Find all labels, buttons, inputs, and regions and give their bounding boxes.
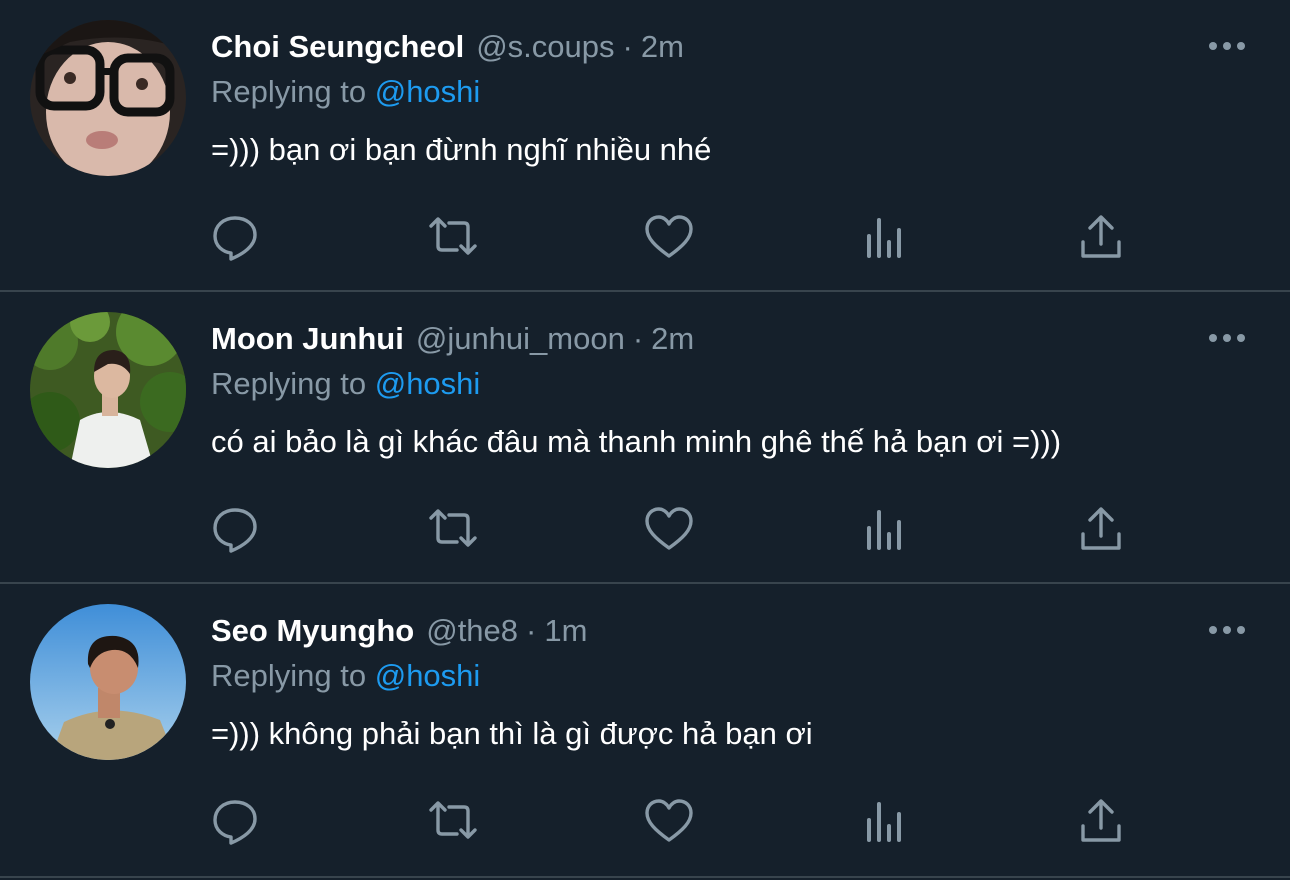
- tweet-text: =))) không phải bạn thì là gì được hả bạ…: [211, 716, 813, 751]
- avatar-image: [30, 604, 186, 760]
- timestamp[interactable]: 2m: [641, 29, 684, 65]
- replying-to-label: Replying to: [211, 366, 367, 401]
- analytics-icon[interactable]: [859, 504, 911, 554]
- replying-to-label: Replying to: [211, 658, 367, 693]
- share-icon[interactable]: [1075, 504, 1127, 554]
- mention-link[interactable]: @hoshi: [375, 658, 481, 693]
- share-icon[interactable]: [1075, 796, 1127, 846]
- mention-link[interactable]: @hoshi: [375, 74, 481, 109]
- tweet-header: Choi Seungcheol @s.coups · 2m: [211, 26, 684, 68]
- separator-dot: ·: [526, 613, 537, 648]
- avatar-image: [30, 312, 186, 468]
- share-icon[interactable]: [1075, 212, 1127, 262]
- action-bar: [0, 212, 1290, 262]
- avatar[interactable]: [30, 604, 186, 760]
- tweet[interactable]: Choi Seungcheol @s.coups · 2m Replying t…: [0, 0, 1290, 292]
- more-options-icon[interactable]: [1208, 328, 1246, 348]
- more-options-icon[interactable]: [1208, 620, 1246, 640]
- user-handle[interactable]: @junhui_moon: [416, 321, 625, 357]
- reply-icon[interactable]: [211, 212, 263, 262]
- replying-to: Replying to @hoshi: [211, 658, 480, 694]
- reply-icon[interactable]: [211, 796, 263, 846]
- timestamp[interactable]: 1m: [544, 613, 587, 649]
- retweet-icon[interactable]: [427, 212, 479, 262]
- action-bar: [0, 796, 1290, 846]
- display-name[interactable]: Seo Myungho: [211, 613, 414, 649]
- replying-to: Replying to @hoshi: [211, 366, 480, 402]
- analytics-icon[interactable]: [859, 796, 911, 846]
- like-icon[interactable]: [643, 796, 695, 846]
- tweet[interactable]: Moon Junhui @junhui_moon · 2m Replying t…: [0, 292, 1290, 584]
- avatar-image: [30, 20, 186, 176]
- analytics-icon[interactable]: [859, 212, 911, 262]
- tweet-header: Seo Myungho @the8 · 1m: [211, 610, 587, 652]
- display-name[interactable]: Choi Seungcheol: [211, 29, 464, 65]
- avatar[interactable]: [30, 20, 186, 176]
- user-handle[interactable]: @s.coups: [476, 29, 614, 65]
- replying-to-label: Replying to: [211, 74, 367, 109]
- more-options-icon[interactable]: [1208, 36, 1246, 56]
- tweet[interactable]: Seo Myungho @the8 · 1m Replying to @hosh…: [0, 584, 1290, 878]
- timestamp[interactable]: 2m: [651, 321, 694, 357]
- reply-icon[interactable]: [211, 504, 263, 554]
- separator-dot: ·: [632, 321, 644, 356]
- display-name[interactable]: Moon Junhui: [211, 321, 404, 357]
- mention-link[interactable]: @hoshi: [375, 366, 481, 401]
- replying-to: Replying to @hoshi: [211, 74, 480, 110]
- retweet-icon[interactable]: [427, 504, 479, 554]
- action-bar: [0, 504, 1290, 554]
- separator-dot: ·: [622, 29, 633, 64]
- tweet-header: Moon Junhui @junhui_moon · 2m: [211, 318, 694, 360]
- tweet-text: =))) bạn ơi bạn đừnh nghĩ nhiều nhé: [211, 132, 712, 167]
- like-icon[interactable]: [643, 212, 695, 262]
- avatar[interactable]: [30, 312, 186, 468]
- user-handle[interactable]: @the8: [426, 613, 518, 649]
- reply-feed: Choi Seungcheol @s.coups · 2m Replying t…: [0, 0, 1290, 878]
- tweet-text: có ai bảo là gì khác đâu mà thanh minh g…: [211, 424, 1062, 459]
- like-icon[interactable]: [643, 504, 695, 554]
- retweet-icon[interactable]: [427, 796, 479, 846]
